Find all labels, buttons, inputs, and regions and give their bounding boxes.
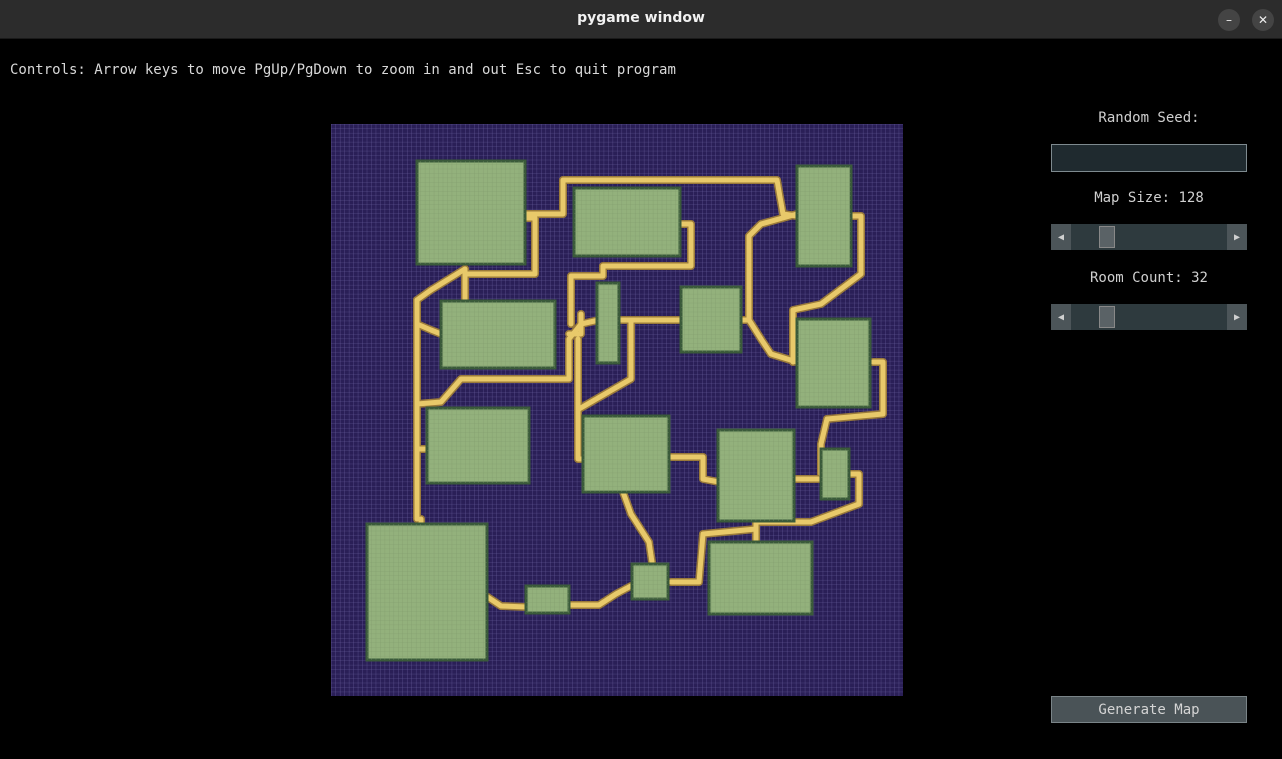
room-grid [681, 287, 741, 352]
room-grid [427, 408, 529, 483]
dungeon-map[interactable] [331, 124, 903, 696]
room-grid [583, 416, 669, 492]
room-grid [718, 430, 794, 521]
window-title: pygame window [577, 10, 705, 26]
controls-help-text: Controls: Arrow keys to move PgUp/PgDown… [10, 62, 676, 78]
title-bar: pygame window – ✕ [0, 0, 1282, 39]
close-icon[interactable]: ✕ [1252, 9, 1274, 31]
room-count-slider-thumb[interactable] [1099, 306, 1115, 328]
room-count-label: Room Count: 32 [1089, 270, 1208, 286]
room-count-decrease-icon[interactable]: ◀ [1051, 304, 1071, 330]
map-size-label: Map Size: 128 [1094, 190, 1204, 206]
map-size-increase-icon[interactable]: ▶ [1227, 224, 1247, 250]
room-grid [709, 542, 812, 614]
room-grid [797, 319, 870, 407]
room-grid [574, 188, 680, 256]
room-grid [441, 301, 555, 368]
random-seed-input[interactable] [1051, 144, 1247, 172]
room-grid [797, 166, 851, 266]
room-grid [597, 283, 619, 363]
room-grid [417, 161, 525, 264]
map-size-slider-thumb[interactable] [1099, 226, 1115, 248]
room-count-slider[interactable]: ◀ ▶ [1051, 304, 1247, 330]
map-size-slider[interactable]: ◀ ▶ [1051, 224, 1247, 250]
minimize-icon[interactable]: – [1218, 9, 1240, 31]
generate-map-button[interactable]: Generate Map [1051, 696, 1247, 723]
room-grid [367, 524, 487, 660]
room-grid [632, 564, 668, 599]
map-size-decrease-icon[interactable]: ◀ [1051, 224, 1071, 250]
room-count-increase-icon[interactable]: ▶ [1227, 304, 1247, 330]
room-grid [526, 586, 569, 613]
random-seed-label: Random Seed: [1098, 110, 1200, 126]
room-grid [821, 449, 849, 499]
